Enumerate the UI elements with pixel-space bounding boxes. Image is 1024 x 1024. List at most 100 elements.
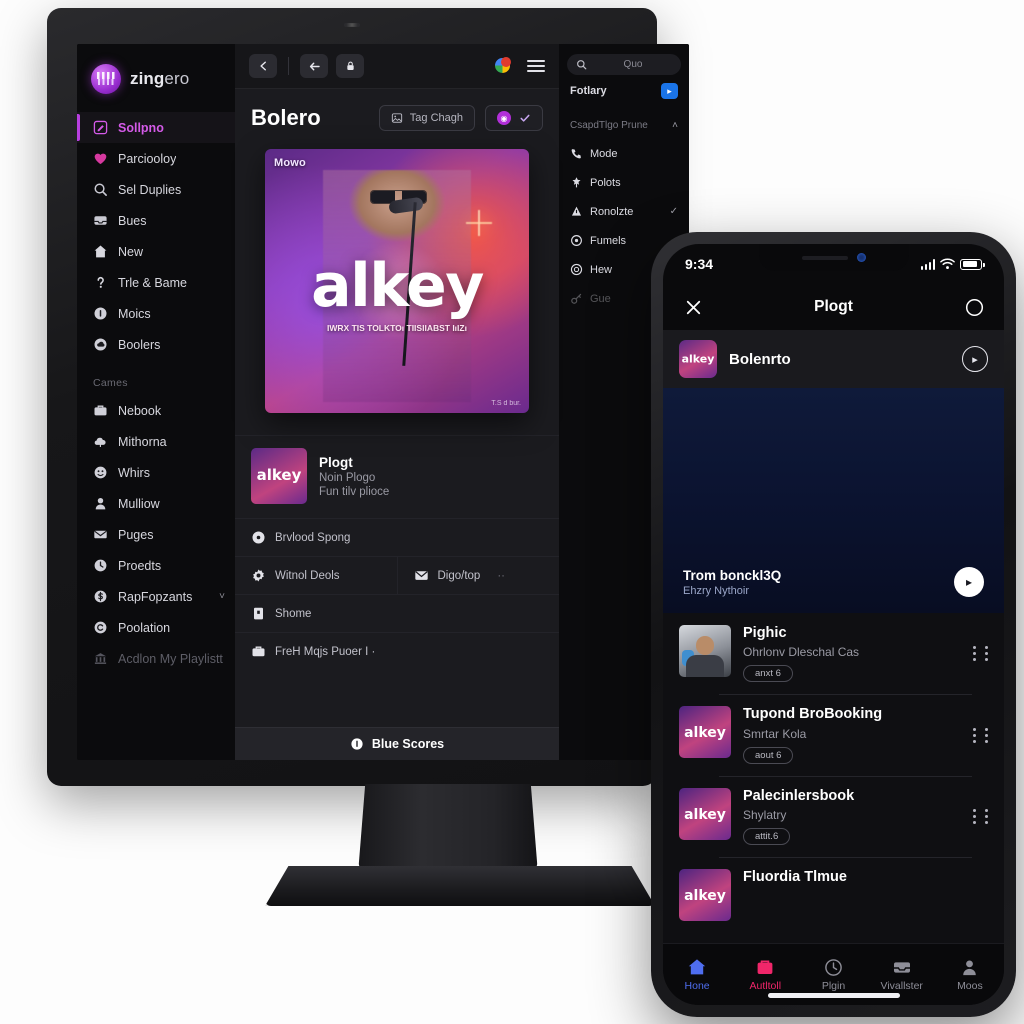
sidebar-item-nebook[interactable]: Nebook: [77, 395, 235, 426]
chevron-up-icon[interactable]: ˄: [672, 120, 678, 131]
list-item-art: [679, 625, 731, 677]
hamburger-icon[interactable]: [527, 60, 545, 72]
status-bar[interactable]: Blue Scores: [235, 727, 559, 760]
top-toolbar: [235, 44, 559, 89]
info-icon: [351, 738, 363, 750]
phone-track-card[interactable]: alkey Bolenrto ▸: [663, 330, 1004, 388]
more-vertical-icon[interactable]: [973, 646, 976, 662]
sidebar-section-label: Cames: [93, 377, 128, 389]
sidebar-item-trle-bame[interactable]: Trle & Bame: [77, 267, 235, 298]
sidebar-item-parciooloy[interactable]: Parciooloy: [77, 143, 235, 174]
help-icon: [97, 276, 104, 288]
sidebar-item-whirs[interactable]: Whirs: [77, 457, 235, 488]
row-freh-mqjs-puoer[interactable]: FreH Mqjs Puoer I ·: [235, 632, 559, 670]
monitor-screen: zingero Sollpno Parciooloy Sel Duplies B…: [77, 44, 689, 760]
list-item[interactable]: Pighic Ohrlonv Dleschal Cas anxt 6: [663, 613, 1004, 694]
right-panel-item-ronolzte[interactable]: Ronolzte ✓: [567, 197, 681, 226]
tab-label: Moos: [957, 980, 983, 992]
album-cover-art[interactable]: Mowo alkey IWRX TIS TOLKTOı TIISIIABST I…: [265, 149, 529, 413]
list-item-chip: attit.6: [743, 828, 791, 846]
list-item-body: Palecinlersbook Shylatry attit.6: [743, 788, 955, 846]
sidebar-item-moics[interactable]: Moics: [77, 298, 235, 329]
right-panel-item-label: Hew: [590, 263, 613, 276]
status-label: Blue Scores: [371, 737, 445, 751]
close-icon[interactable]: [682, 296, 704, 318]
list-item-menu[interactable]: [973, 727, 988, 743]
row-brvlood-spong[interactable]: Brvlood Spong: [235, 518, 559, 556]
sidebar-item-rapfopzants[interactable]: RapFopzants ˅: [77, 581, 235, 612]
more-vertical-icon[interactable]: [985, 808, 988, 824]
right-panel-item-mode[interactable]: Mode: [567, 139, 681, 168]
more-vertical-icon[interactable]: [973, 727, 976, 743]
dollar-icon: [94, 590, 107, 603]
sidebar-item-sel-duplies[interactable]: Sel Duplies: [77, 174, 235, 205]
row-shome[interactable]: Shome: [235, 594, 559, 632]
sidebar-label: Sollpno: [118, 120, 164, 135]
record-toggle-button[interactable]: ◉: [485, 105, 543, 131]
send-badge-icon[interactable]: ▸: [661, 83, 678, 99]
tab-vivallster[interactable]: Vivallster: [868, 957, 936, 992]
list-item-menu[interactable]: [973, 646, 988, 662]
check-icon[interactable]: ✓: [670, 206, 678, 217]
tab-moos[interactable]: Moos: [936, 957, 1004, 992]
waveform-play-button[interactable]: ▸: [954, 567, 984, 597]
track-card-action-button[interactable]: ▸: [962, 346, 988, 372]
chevron-down-icon[interactable]: ˅: [219, 591, 225, 602]
list-item[interactable]: alkey Tupond BroBooking Smrtar Kola aout…: [663, 694, 1004, 775]
page-header: Bolero Tag Chagh ◉: [235, 89, 559, 141]
edit-square-icon: [93, 120, 108, 135]
tab-plgin[interactable]: Plgin: [799, 957, 867, 992]
briefcase-icon: [252, 646, 265, 657]
list-item-menu[interactable]: [973, 808, 988, 824]
row-label: Digo/top: [437, 569, 481, 582]
sidebar-item-acdlon-my-playlist[interactable]: Acdlon My Playlistt: [77, 643, 235, 674]
bag-icon: [754, 957, 776, 977]
list-item[interactable]: alkey Fluordia Tlmue: [663, 857, 1004, 933]
right-panel-first-row[interactable]: Fotlary ▸: [567, 75, 681, 107]
right-panel-item-polots[interactable]: Polots: [567, 168, 681, 197]
chrome-icon[interactable]: [495, 57, 513, 75]
circle-icon[interactable]: [963, 296, 985, 318]
track-card-art-word: alkey: [681, 352, 715, 366]
lock-button[interactable]: [336, 54, 364, 78]
row-label: FreH Mqjs Puoer I ·: [275, 645, 376, 658]
row-label: Brvlood Spong: [275, 531, 351, 544]
more-vertical-icon[interactable]: [973, 808, 976, 824]
back-button[interactable]: [249, 54, 277, 78]
home-indicator[interactable]: [767, 993, 900, 998]
brand-name-rest: ero: [164, 69, 190, 88]
tab-hone[interactable]: Hone: [663, 957, 731, 992]
sidebar-item-new[interactable]: New: [77, 236, 235, 267]
forward-button[interactable]: [300, 54, 328, 78]
row-witnol-deols[interactable]: Witnol Deols: [235, 557, 397, 594]
tab-label: Autltoll: [749, 980, 782, 992]
sidebar-label: Moics: [118, 306, 151, 321]
more-vertical-icon[interactable]: [985, 646, 988, 662]
more-vertical-icon[interactable]: [985, 727, 988, 743]
record-icon: ◉: [497, 111, 511, 125]
sidebar-item-sollpno[interactable]: Sollpno: [77, 112, 235, 143]
right-panel-group-header[interactable]: CsapdTlgo Prune ˄: [567, 107, 681, 139]
now-playing-row[interactable]: alkey Plogt Noin Plogo Fun tilv plioce: [235, 435, 559, 518]
sidebar-item-proedts[interactable]: Proedts: [77, 550, 235, 581]
sidebar-item-boolers[interactable]: Boolers: [77, 329, 235, 360]
sidebar-label: Parciooloy: [118, 151, 177, 166]
alert-icon: [571, 206, 582, 216]
list-item[interactable]: alkey Palecinlersbook Shylatry attit.6: [663, 775, 1004, 857]
sidebar-item-bues[interactable]: Bues: [77, 205, 235, 236]
phone-header-title: Plogt: [814, 298, 853, 315]
sidebar-item-mithorna[interactable]: Mithorna: [77, 426, 235, 457]
tag-change-button[interactable]: Tag Chagh: [378, 105, 475, 131]
row-digotop[interactable]: Digo/top ··: [396, 557, 560, 594]
sidebar-item-mulliow[interactable]: Mulliow: [77, 488, 235, 519]
sidebar-item-puges[interactable]: Puges: [77, 519, 235, 550]
search-field[interactable]: Quo: [567, 54, 681, 75]
right-panel-first-label: Fotlary: [570, 85, 607, 97]
sidebar-item-poolation[interactable]: Poolation: [77, 612, 235, 643]
waveform-panel[interactable]: Trom bonckl3Q Ehzry Nythoir ▸: [663, 388, 1004, 613]
right-panel-item-label: Gue: [590, 292, 611, 305]
tab-autltoll[interactable]: Autltoll: [731, 957, 799, 992]
cover-badge: Mowo: [274, 157, 306, 169]
sidebar-label: Whirs: [118, 465, 150, 480]
sidebar-label: New: [118, 244, 144, 259]
